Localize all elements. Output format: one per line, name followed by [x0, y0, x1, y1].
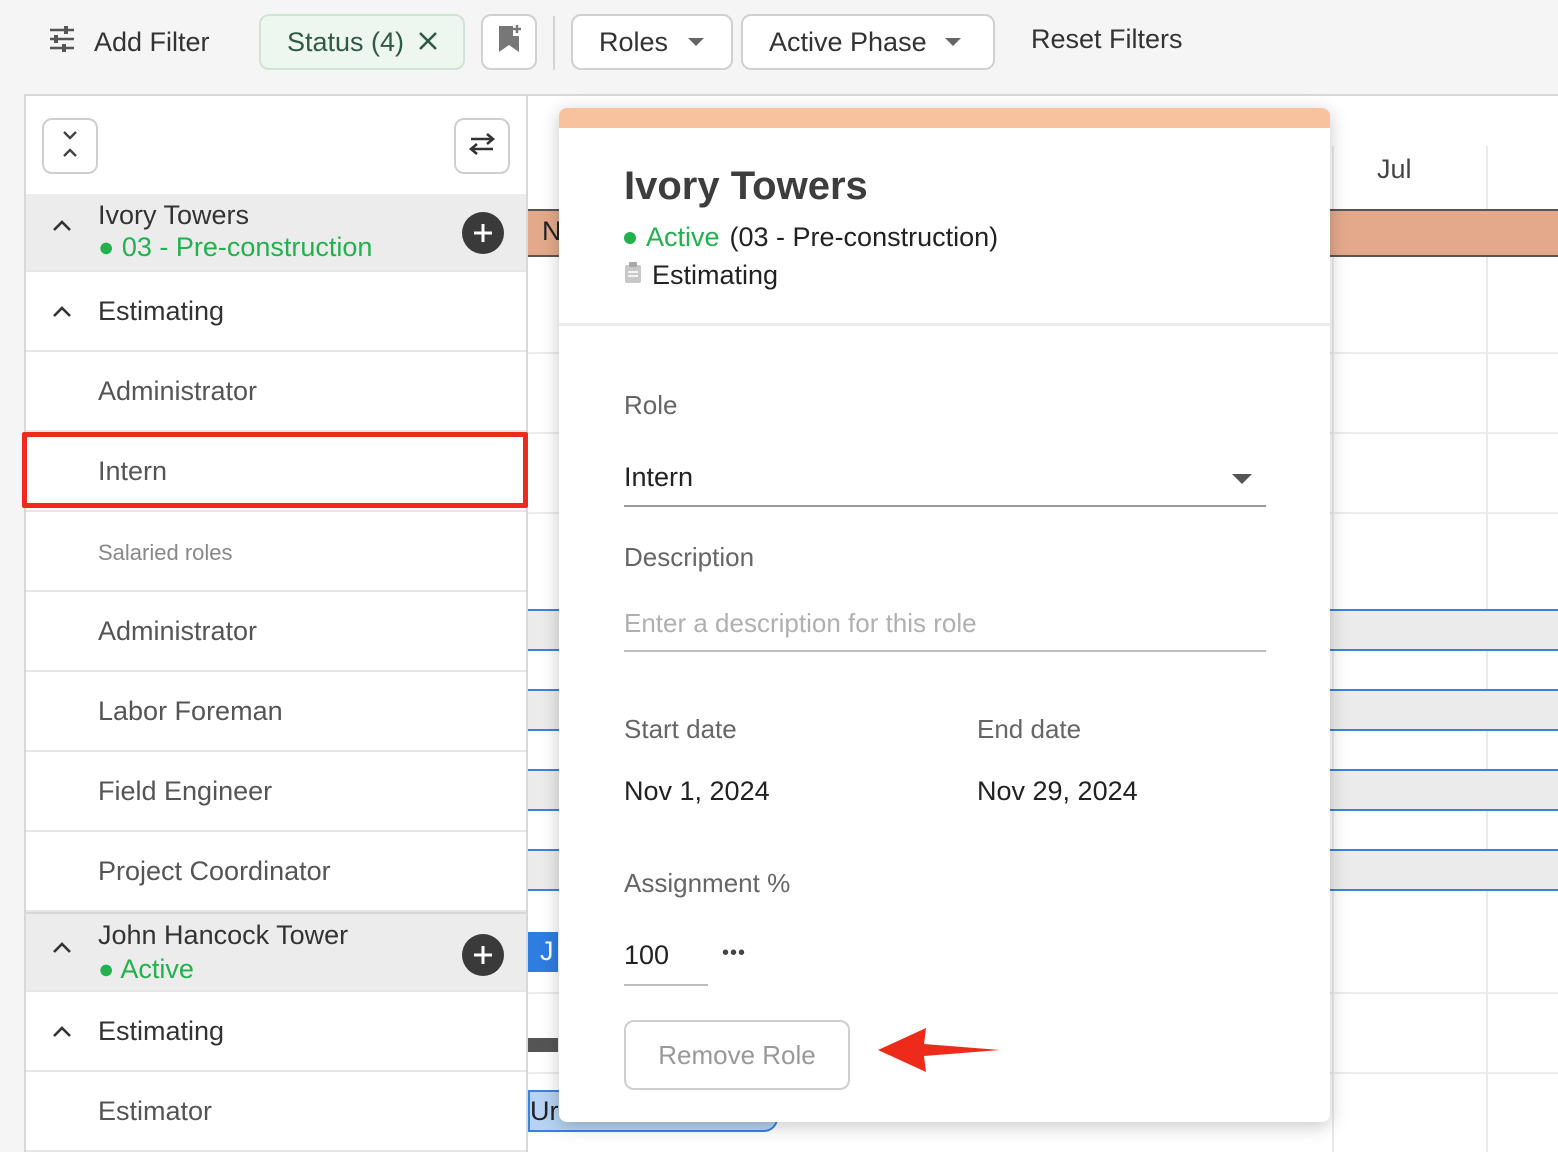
popover-divider: [559, 323, 1330, 326]
collapse-all-button[interactable]: [42, 118, 98, 174]
add-role-button[interactable]: [462, 212, 504, 254]
field-underline: [624, 650, 1266, 652]
role-row[interactable]: Administrator: [26, 592, 526, 672]
role-row[interactable]: Administrator: [26, 352, 526, 432]
phase-row[interactable]: Estimating: [26, 992, 526, 1072]
bar-label: Ur: [530, 1096, 559, 1126]
add-filter-button[interactable]: Add Filter: [48, 22, 210, 62]
role-field-label: Role: [624, 390, 678, 420]
status-detail: (03 - Pre-construction): [729, 222, 999, 252]
salaried-roles-header: Salaried roles: [26, 512, 526, 592]
assignment-label: Assignment %: [624, 868, 791, 898]
swap-button[interactable]: [454, 118, 510, 174]
popover-status: Active (03 - Pre-construction): [624, 222, 998, 253]
popover-phase: Estimating: [624, 260, 778, 291]
project-group-header[interactable]: Ivory Towers ● 03 - Pre-construction: [26, 194, 526, 272]
popover-color-band: [559, 108, 1330, 128]
role-name: Administrator: [98, 616, 258, 646]
chevron-up-icon[interactable]: [52, 940, 72, 959]
add-role-button[interactable]: [462, 934, 504, 976]
role-name: Field Engineer: [98, 776, 273, 806]
project-name: John Hancock Tower: [98, 920, 349, 950]
phase-name: Estimating: [652, 260, 779, 290]
field-underline: [624, 505, 1266, 507]
active-phase-label: Active Phase: [769, 26, 927, 57]
role-name: Administrator: [98, 376, 258, 406]
end-date-label: End date: [977, 714, 1082, 744]
role-row[interactable]: Project Coordinator: [26, 832, 526, 912]
chevron-up-icon[interactable]: [52, 1024, 72, 1043]
annotation-arrow-icon: [876, 1022, 1004, 1083]
reset-filters-link[interactable]: Reset Filters: [1031, 24, 1183, 55]
start-date-value[interactable]: Nov 1, 2024: [624, 776, 770, 807]
selected-role-highlight: [22, 432, 528, 508]
remove-role-button[interactable]: Remove Role: [624, 1020, 850, 1090]
close-icon[interactable]: [418, 27, 438, 58]
roles-label: Roles: [599, 26, 669, 57]
project-status: ● Active: [98, 954, 194, 984]
start-date-label: Start date: [624, 714, 737, 744]
plus-icon: [474, 224, 492, 242]
status-word: Active: [646, 222, 720, 252]
role-row[interactable]: Field Engineer: [26, 752, 526, 832]
clipboard-icon: [624, 260, 642, 291]
roles-dropdown[interactable]: Roles: [571, 14, 733, 70]
status-chip-label: Status (4): [287, 26, 405, 57]
filter-sliders-icon: [48, 25, 76, 59]
role-detail-popover: Ivory Towers Active (03 - Pre-constructi…: [559, 108, 1330, 1122]
popover-title: Ivory Towers: [624, 164, 868, 208]
assignment-value: 100: [624, 940, 670, 970]
project-list-panel: Ivory Towers ● 03 - Pre-construction Est…: [24, 94, 528, 1152]
swap-arrows-icon: [467, 132, 497, 161]
bar-label: J: [540, 936, 554, 966]
phase-row[interactable]: Estimating: [26, 272, 526, 352]
caret-down-icon: [944, 38, 961, 46]
role-name: Project Coordinator: [98, 856, 331, 886]
project-group-header[interactable]: John Hancock Tower ● Active: [26, 912, 526, 992]
active-phase-dropdown[interactable]: Active Phase: [741, 14, 995, 70]
status-filter-chip[interactable]: Status (4): [259, 14, 465, 70]
project-name: Ivory Towers: [98, 200, 250, 230]
description-placeholder: Enter a description for this role: [624, 608, 977, 638]
save-filter-button[interactable]: [481, 14, 537, 70]
collapse-icon: [59, 129, 81, 164]
field-underline: [624, 984, 708, 986]
chevron-up-icon[interactable]: [52, 304, 72, 323]
plus-icon: [474, 946, 492, 964]
month-label: Jul: [1377, 154, 1412, 184]
more-options-button[interactable]: •••: [722, 942, 746, 965]
bookmark-add-icon: [496, 24, 522, 61]
phase-bar: [528, 1038, 558, 1052]
caret-down-icon: [688, 38, 705, 46]
phase-name: Estimating: [98, 1016, 225, 1046]
project-status: ● 03 - Pre-construction: [98, 232, 373, 262]
role-name: Estimator: [98, 1096, 213, 1126]
status-dot-icon: [624, 231, 636, 244]
description-field-label: Description: [624, 542, 755, 572]
role-select-value: Intern: [624, 462, 694, 492]
phase-name: Estimating: [98, 296, 225, 326]
toolbar-divider: [553, 16, 555, 70]
role-row[interactable]: Estimator: [26, 1072, 526, 1152]
end-date-value[interactable]: Nov 29, 2024: [977, 776, 1138, 807]
add-filter-label: Add Filter: [94, 26, 210, 57]
role-name: Labor Foreman: [98, 696, 283, 726]
salaried-roles-label: Salaried roles: [98, 540, 233, 565]
filter-toolbar: Add Filter Status (4) Roles Active Phase…: [0, 0, 1558, 88]
caret-down-icon: [1232, 474, 1252, 484]
chevron-up-icon[interactable]: [52, 218, 72, 237]
role-row[interactable]: Labor Foreman: [26, 672, 526, 752]
